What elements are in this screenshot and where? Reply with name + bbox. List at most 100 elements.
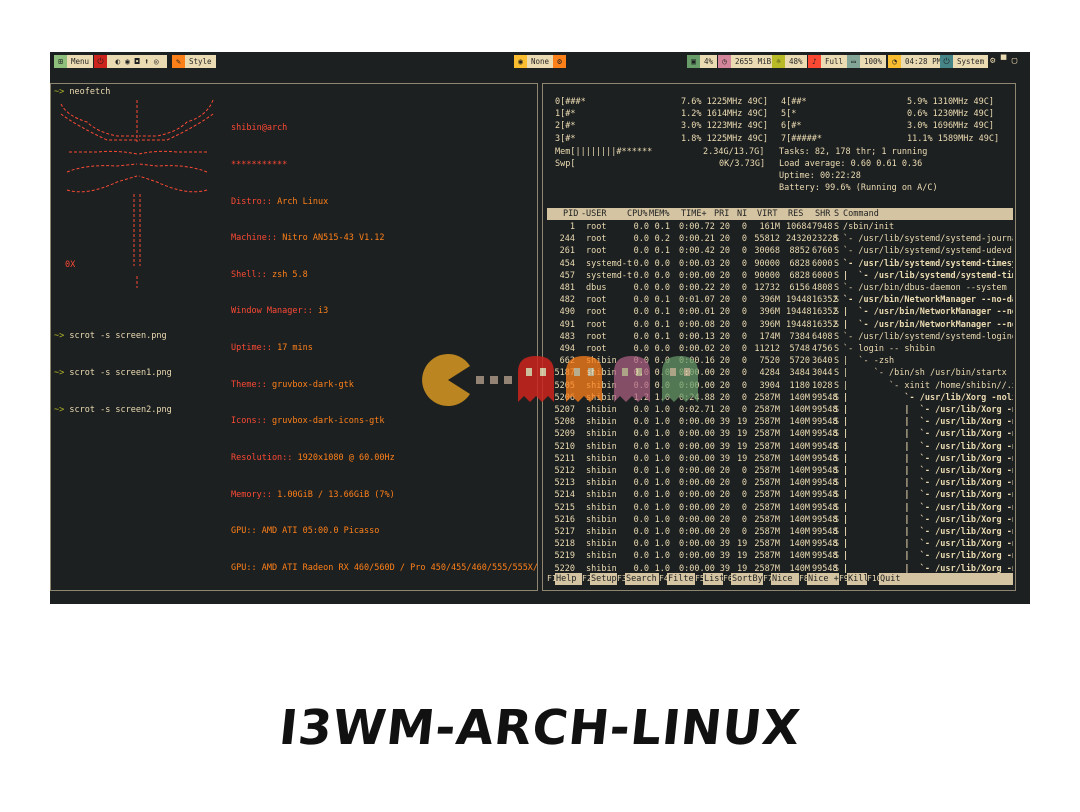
process-row[interactable]: 5210 shibin 0.0 1.0 0:00.00 39 19 2587M 140M 9954… xyxy=(547,441,1013,453)
launcher-icons[interactable]: ◐ ◉ ◘ ⬆ ◎ xyxy=(107,55,167,68)
process-cell: 0.0 xyxy=(633,441,649,452)
fkey-label[interactable]: Help xyxy=(556,573,576,585)
process-cell: 20 xyxy=(719,307,730,318)
process-cell: 0 xyxy=(741,283,747,293)
settings-icon[interactable]: ⚙ xyxy=(553,55,567,68)
tray-icons[interactable]: ⚙ ▀ ▢ xyxy=(990,55,1017,68)
fkey-label[interactable]: SortBy xyxy=(732,573,763,585)
process-cell: 0 xyxy=(741,478,747,489)
process-cell: 0.0 xyxy=(633,417,649,428)
process-cell: | | `- /usr/lib/Xorg -noli xyxy=(843,514,1013,525)
process-cell: S xyxy=(834,405,840,415)
process-cell: 99548 xyxy=(812,551,838,562)
process-cell: 20 xyxy=(719,283,730,293)
htop-uptime: Uptime: 00:22:28 xyxy=(779,171,861,181)
process-cell: 140M xyxy=(789,453,810,464)
terminal-htop[interactable]: 0[###* 7.6% 1225MHz 49C] 1[#* 1.2% 1614MHz … xyxy=(542,83,1016,591)
process-cell: 5213 xyxy=(554,478,575,489)
process-row[interactable]: 5215 shibin 0.0 1.0 0:00.00 20 0 2587M 140M 99548… xyxy=(547,502,1013,514)
process-cell: 7384 xyxy=(789,331,810,342)
fkey-quit[interactable]: F10 xyxy=(867,573,881,585)
process-cell: 0 xyxy=(741,514,747,525)
process-row[interactable]: 5217 shibin 0.0 1.0 0:00.00 20 0 2587M 140M 99548… xyxy=(547,526,1013,538)
fkey-nice[interactable]: F7 xyxy=(763,573,773,585)
fkey-kill[interactable]: F9 xyxy=(839,573,849,585)
process-cell: /sbin/init xyxy=(843,222,895,232)
process-row[interactable]: 5214 shibin 0.0 1.0 0:00.00 20 0 2587M 140M 99548… xyxy=(547,489,1013,501)
process-row[interactable]: 491 root 0.0 0.1 0:00.08 20 0 396M 19448 16352 S | … xyxy=(547,319,1013,331)
fkey-label[interactable]: Kill xyxy=(848,573,868,585)
process-cell: 5209 xyxy=(554,429,575,440)
process-cell: 6408 xyxy=(812,331,833,342)
terminal-neofetch[interactable]: ~> neofetch shibin@arch *********** Dist… xyxy=(50,83,538,591)
fkey-label[interactable]: Nice + xyxy=(808,573,839,585)
process-cell: S xyxy=(834,246,840,257)
process-cell: | | `- /usr/lib/Xorg -noli xyxy=(843,429,1013,440)
process-cell: 0.0 xyxy=(633,502,649,513)
menu-button[interactable]: ⊞ Menu xyxy=(54,55,94,68)
process-cell: 5212 xyxy=(554,466,575,476)
process-cell: 0:00.00 xyxy=(679,478,715,489)
process-cell: 11212 xyxy=(754,344,780,354)
process-row[interactable]: 5208 shibin 0.0 1.0 0:00.00 39 19 2587M 140M 9954… xyxy=(547,416,1013,428)
process-row[interactable]: 5216 shibin 0.0 1.0 0:00.00 20 0 2587M 140M 99548… xyxy=(547,514,1013,526)
process-cell: 483 xyxy=(559,331,575,342)
process-cell: 16352 xyxy=(812,319,838,330)
process-row[interactable]: 490 root 0.0 0.1 0:00.01 20 0 396M 19448 16352 S | … xyxy=(547,306,1013,318)
process-cell: 5208 xyxy=(554,417,575,428)
window-icon[interactable]: ▢ xyxy=(1012,55,1017,68)
process-row[interactable]: 5211 shibin 0.0 1.0 0:00.00 39 19 2587M 140M 9954… xyxy=(547,453,1013,465)
process-cell: 0 xyxy=(741,331,747,342)
fkey-sortby[interactable]: F6 xyxy=(723,573,733,585)
style-button[interactable]: ✎ Style xyxy=(172,55,216,68)
fkey-label[interactable]: Setup xyxy=(591,573,617,585)
process-cell: 0 xyxy=(741,344,747,354)
process-cell: 39 xyxy=(719,539,730,550)
process-cell: 0:00.00 xyxy=(679,490,715,501)
fkey-nice[interactable]: F8 xyxy=(799,573,809,585)
process-row[interactable]: 5213 shibin 0.0 1.0 0:00.00 20 0 2587M 140M 99548… xyxy=(547,477,1013,489)
process-cell: 6828 xyxy=(789,270,810,281)
process-cell: 39 xyxy=(719,429,730,440)
process-row[interactable]: 261 root 0.0 0.1 0:00.42 20 0 30068 8852 6760 S `- … xyxy=(547,245,1013,257)
fkey-list[interactable]: F5 xyxy=(695,573,705,585)
fkey-label[interactable]: List xyxy=(704,573,724,585)
workspace-indicator[interactable]: ◉ None ⚙ xyxy=(514,55,567,68)
process-cell: S xyxy=(834,222,840,232)
process-row[interactable]: 5212 shibin 0.0 1.0 0:00.00 20 0 2587M 140M 99548… xyxy=(547,465,1013,477)
power-icon[interactable]: ⏻ xyxy=(94,55,107,68)
cpu-stat-7: 11.1% 1589MHz 49C] xyxy=(907,133,1000,144)
fkey-label[interactable]: Search xyxy=(626,573,657,585)
fkey-help[interactable]: F1 xyxy=(547,573,557,585)
dots-icon xyxy=(476,376,512,384)
volume-status[interactable]: ♪ Full xyxy=(808,55,848,68)
process-row[interactable]: 1 root 0.0 0.1 0:00.72 20 0 161M 10684 7948 S/sbin… xyxy=(547,221,1013,233)
process-table-header[interactable]: PID - USER CPU% MEM% TIME+ PRI NI VIRT R… xyxy=(547,208,1013,220)
process-cell: 0.0 xyxy=(633,295,649,306)
settings-icon[interactable]: ⚙ xyxy=(990,55,995,68)
process-cell: | `- xinit /home/shibin//.xini xyxy=(843,380,1013,391)
process-row[interactable]: 244 root 0.0 0.2 0:00.21 20 0 55812 24320 23228 S `… xyxy=(547,233,1013,245)
clock: ◔ 04:28 PM xyxy=(888,55,946,68)
process-row[interactable]: 457 systemd-t 0.0 0.0 0:00.00 20 0 90000 6828 600… xyxy=(547,270,1013,282)
printer-icon[interactable]: ▀ xyxy=(1001,55,1006,68)
process-cell: 24320 xyxy=(786,234,812,245)
process-cell: 140M xyxy=(789,429,810,440)
fkey-filter[interactable]: F4 xyxy=(659,573,669,585)
process-row[interactable]: 5218 shibin 0.0 1.0 0:00.00 39 19 2587M 140M 9954… xyxy=(547,538,1013,550)
process-cell: | | `- /usr/lib/Xorg -noli xyxy=(843,527,1013,537)
process-row[interactable]: 5209 shibin 0.0 1.0 0:00.00 39 19 2587M 140M 9954… xyxy=(547,428,1013,440)
fkey-search[interactable]: F3 xyxy=(617,573,627,585)
process-cell: `- /usr/lib/systemd/systemd-journald xyxy=(843,234,1013,245)
system-button[interactable]: ⏻ System xyxy=(940,55,989,68)
process-row[interactable]: 5219 shibin 0.0 1.0 0:00.00 39 19 2587M 140M 9954… xyxy=(547,550,1013,562)
process-cell: | `- -zsh xyxy=(843,356,895,367)
process-cell: 0:00.00 xyxy=(679,539,715,550)
fkey-label[interactable]: Quit xyxy=(880,573,900,585)
process-row[interactable]: 483 root 0.0 0.1 0:00.13 20 0 174M 7384 6408 S `- /… xyxy=(547,331,1013,343)
brightness-value: 48% xyxy=(785,55,807,68)
fkey-setup[interactable]: F2 xyxy=(582,573,592,585)
process-row[interactable]: 454 systemd-t 0.0 0.0 0:00.03 20 0 90000 6828 600… xyxy=(547,258,1013,270)
process-row[interactable]: 481 dbus 0.0 0.0 0:00.22 20 0 12732 6156 4808 S `- … xyxy=(547,282,1013,294)
process-row[interactable]: 482 root 0.0 0.1 0:01.07 20 0 396M 19448 16352 S `-… xyxy=(547,294,1013,306)
